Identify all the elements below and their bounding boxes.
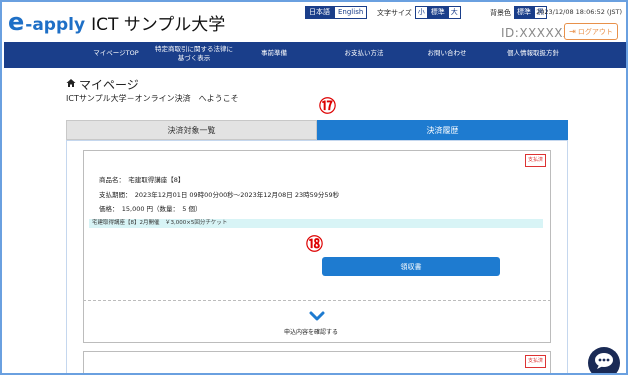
page-title-text: マイページ (79, 78, 139, 92)
bg-color-label: 背景色 (490, 8, 511, 17)
logout-button[interactable]: ⇥ ログアウト (564, 23, 618, 40)
font-large-button[interactable]: 大 (447, 6, 461, 19)
order-card (83, 351, 551, 373)
page-title: マイページ (66, 76, 139, 93)
logout-label: ログアウト (577, 27, 613, 36)
current-datetime: 2023/12/08 18:06:52 (JST) (536, 8, 622, 16)
welcome-message: ICTサンプル大学－オンライン決済 へようこそ (66, 94, 239, 103)
language-switch: 日本語 English (305, 6, 368, 19)
tab-payment-targets[interactable]: 決済対象一覧 (66, 120, 317, 140)
receipt-button[interactable]: 領収書 (322, 257, 500, 276)
callout-17: ⑰ (319, 97, 336, 117)
tab-bar: 決済対象一覧 決済履歴 (66, 120, 568, 140)
status-badge: 支払済 (525, 154, 547, 167)
status-badge: 支払済 (525, 355, 547, 368)
chat-icon (593, 352, 615, 373)
user-id: ID:XXXXXX (501, 26, 572, 40)
site-logo[interactable]: e -apply ICT サンプル大学 (8, 10, 225, 35)
site-header: e -apply ICT サンプル大学 日本語 English 文字サイズ 小 … (4, 4, 626, 42)
font-standard-button[interactable]: 標準 (427, 6, 448, 19)
payment-period: 支払期間： 2023年12月01日 09時00分00秒〜2023年12月08日 … (99, 191, 340, 199)
home-icon (66, 78, 76, 91)
nav-item-mypage-top[interactable]: マイページTOP (86, 49, 146, 58)
lang-japanese-button[interactable]: 日本語 (305, 6, 334, 19)
nav-item-payment-method[interactable]: お支払い方法 (334, 49, 394, 58)
nav-item-commercial-law[interactable]: 特定商取引に関する法律に基づく表示 (154, 45, 234, 63)
card-divider (83, 300, 551, 301)
price-quantity: 価格： 15,000 円（数量： 5 個） (99, 205, 202, 213)
product-name: 商品名： 宅建取得講座【8】 (99, 176, 185, 184)
logo-apply: -apply (25, 15, 86, 35)
logout-icon: ⇥ (569, 27, 576, 36)
university-name: ICT サンプル大学 (91, 15, 226, 35)
nav-item-contact[interactable]: お問い合わせ (417, 49, 477, 58)
ticket-detail: 宅建取得講座【8】2月開催 ￥3,000×5回分チケット (89, 219, 543, 228)
lang-english-button[interactable]: English (334, 6, 368, 19)
confirm-details-link[interactable]: 申込内容を確認する (284, 327, 338, 336)
nav-item-preparation[interactable]: 事前準備 (249, 49, 299, 58)
bg-standard-button[interactable]: 標準 (514, 6, 534, 19)
nav-item-privacy-policy[interactable]: 個人情報取扱方針 (497, 49, 569, 58)
tab-payment-history[interactable]: 決済履歴 (317, 120, 568, 140)
font-small-button[interactable]: 小 (414, 6, 428, 19)
main-nav: マイページTOP 特定商取引に関する法律に基づく表示 事前準備 お支払い方法 お… (4, 42, 626, 68)
logo-e: e (8, 8, 25, 36)
chevron-down-icon[interactable] (309, 308, 325, 321)
browser-frame: e -apply ICT サンプル大学 日本語 English 文字サイズ 小 … (0, 0, 628, 375)
callout-18: ⑱ (306, 235, 323, 255)
chat-button[interactable] (588, 347, 620, 373)
font-size-label: 文字サイズ (377, 8, 412, 17)
font-size-switch: 文字サイズ 小 標準 大 (377, 6, 461, 19)
